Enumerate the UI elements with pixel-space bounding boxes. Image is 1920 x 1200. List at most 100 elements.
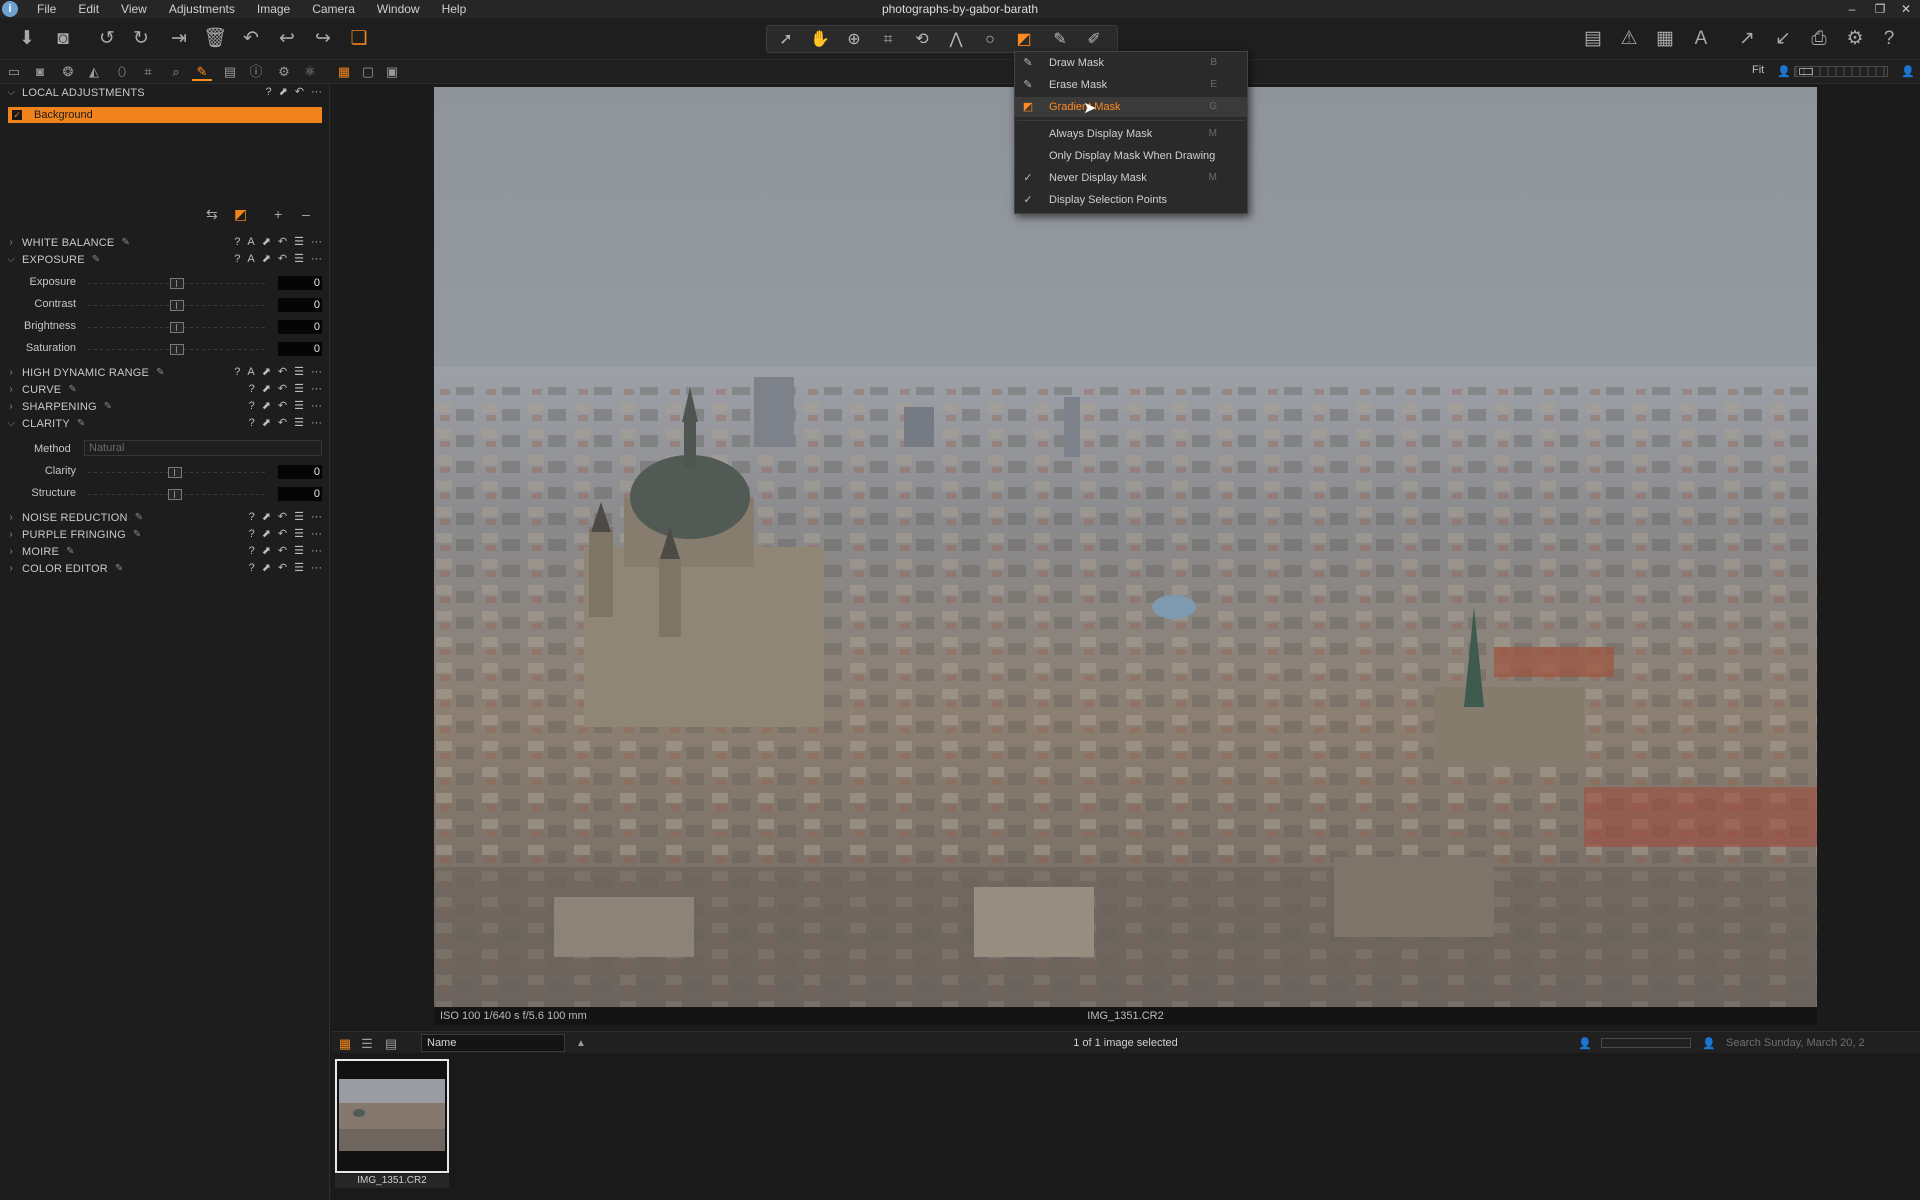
reset-icon[interactable]: ↶ <box>278 251 287 268</box>
full-view-icon[interactable]: ▣ <box>382 63 402 81</box>
select-cursor-icon[interactable]: ➚ <box>771 29 801 51</box>
presets-icon[interactable]: ☰ <box>294 543 304 560</box>
help-icon[interactable]: ? <box>234 251 240 268</box>
presets-icon[interactable]: ☰ <box>294 526 304 543</box>
adjust-layer-icon[interactable]: ⇆ <box>206 206 218 222</box>
batch-tab-icon[interactable]: ⚛ <box>300 63 320 81</box>
more-icon[interactable]: ··· <box>311 234 322 251</box>
user-icon[interactable]: 👤 <box>1575 1035 1595 1053</box>
moire-header[interactable]: › MOIRE ✎ ? ⬈ ↶ ☰ ··· <box>0 543 330 560</box>
clarity-method-select[interactable]: Natural <box>84 440 322 456</box>
slider-thumb[interactable] <box>170 300 184 311</box>
capture-tab-icon[interactable]: ◙ <box>30 63 50 81</box>
zoom-cursor-icon[interactable]: ⊕ <box>839 29 869 51</box>
pop-out-icon[interactable]: ⬈ <box>262 381 271 398</box>
zoom-slider[interactable] <box>1794 66 1888 77</box>
reset-icon[interactable]: ↶ <box>278 526 287 543</box>
spot-removal-cursor-icon[interactable]: ○ <box>975 29 1005 51</box>
menu-item-always-display-mask[interactable]: Always Display Mask M <box>1015 124 1247 144</box>
more-icon[interactable]: ··· <box>311 560 322 577</box>
auto-icon[interactable]: A <box>247 364 254 381</box>
reset-icon[interactable]: ↶ <box>278 543 287 560</box>
pop-out-icon[interactable]: ⬈ <box>279 84 288 101</box>
keystone-cursor-icon[interactable]: ⋀ <box>941 29 971 51</box>
more-icon[interactable]: ··· <box>311 415 322 432</box>
user-icon[interactable]: 👤 <box>1774 63 1794 81</box>
slider-thumb[interactable] <box>170 322 184 333</box>
settings-icon[interactable]: ⚙ <box>1842 27 1868 51</box>
more-icon[interactable]: ··· <box>311 251 322 268</box>
presets-icon[interactable]: ☰ <box>294 415 304 432</box>
slider-value[interactable]: 0 <box>278 487 322 501</box>
camera-icon[interactable]: ◙ <box>50 27 76 51</box>
help-icon[interactable]: ? <box>249 509 255 526</box>
hdr-header[interactable]: › HIGH DYNAMIC RANGE ✎ ? A ⬈ ↶ ☰ ··· <box>0 364 330 381</box>
import-icon[interactable]: ⬇ <box>14 27 40 51</box>
help-icon[interactable]: ? <box>249 381 255 398</box>
presets-icon[interactable]: ☰ <box>294 364 304 381</box>
single-view-icon[interactable]: ▢ <box>358 63 378 81</box>
reset-icon[interactable]: ↶ <box>278 509 287 526</box>
annotation-icon[interactable]: A <box>1688 27 1714 51</box>
output-tab-icon[interactable]: ⚙ <box>274 63 294 81</box>
menu-item-gradient-mask[interactable]: ◩ Gradient Mask G <box>1015 97 1247 117</box>
menu-item-only-display-mask-drawing[interactable]: Only Display Mask When Drawing <box>1015 146 1247 166</box>
presets-icon[interactable]: ☰ <box>294 398 304 415</box>
delete-icon[interactable]: 🗑 <box>202 27 228 51</box>
noise-reduction-header[interactable]: › NOISE REDUCTION ✎ ? ⬈ ↶ ☰ ··· <box>0 509 330 526</box>
purple-fringing-header[interactable]: › PURPLE FRINGING ✎ ? ⬈ ↶ ☰ ··· <box>0 526 330 543</box>
pop-out-icon[interactable]: ⬈ <box>262 251 271 268</box>
print-icon[interactable]: ⎙ <box>1806 27 1832 51</box>
curve-header[interactable]: › CURVE ✎ ? ⬈ ↶ ☰ ··· <box>0 381 330 398</box>
pop-out-icon[interactable]: ⬈ <box>262 509 271 526</box>
move-to-icon[interactable]: ⇥ <box>166 27 192 51</box>
help-icon[interactable]: ? <box>234 234 240 251</box>
layer-row-background[interactable]: ✓ Background <box>8 107 322 123</box>
user-icon-right[interactable]: 👤 <box>1898 63 1918 81</box>
menu-item-erase-mask[interactable]: ✎ Erase Mask E <box>1015 75 1247 95</box>
menu-item-never-display-mask[interactable]: ✓ Never Display Mask M <box>1015 168 1247 188</box>
help-icon[interactable]: ? <box>249 526 255 543</box>
menu-window[interactable]: Window <box>366 0 431 18</box>
mask-brush-icon[interactable]: ◩ <box>234 206 247 222</box>
library-tab-icon[interactable]: ▭ <box>4 63 24 81</box>
menu-edit[interactable]: Edit <box>67 0 110 18</box>
pan-cursor-icon[interactable]: ✋ <box>805 29 835 51</box>
undo-icon[interactable]: ↩ <box>274 27 300 51</box>
exposure-warning-icon[interactable]: ⚠ <box>1616 27 1642 51</box>
pop-out-icon[interactable]: ⬈ <box>262 415 271 432</box>
redo-icon[interactable]: ↪ <box>310 27 336 51</box>
help-icon[interactable]: ? <box>1876 27 1902 51</box>
exposure-tab-icon[interactable]: ◭ <box>84 63 104 81</box>
grid-icon[interactable]: ▦ <box>1652 27 1678 51</box>
help-icon[interactable]: ? <box>249 543 255 560</box>
slider-value[interactable]: 0 <box>278 276 322 290</box>
details-tab-icon[interactable]: ⌕ <box>166 63 186 81</box>
auto-icon[interactable]: A <box>247 234 254 251</box>
menu-help[interactable]: Help <box>431 0 478 18</box>
menu-item-draw-mask[interactable]: ✎ Draw Mask B <box>1015 53 1247 73</box>
process-icon[interactable]: ↙ <box>1770 27 1796 51</box>
slider-thumb[interactable] <box>168 467 182 478</box>
thumbnail-size-slider[interactable] <box>1601 1038 1691 1048</box>
menu-view[interactable]: View <box>110 0 158 18</box>
color-tab-icon[interactable]: ❂ <box>58 63 78 81</box>
help-icon[interactable]: ? <box>265 84 271 101</box>
pop-out-icon[interactable]: ⬈ <box>262 560 271 577</box>
close-icon[interactable]: ✕ <box>1896 0 1916 18</box>
menu-adjustments[interactable]: Adjustments <box>158 0 246 18</box>
menu-image[interactable]: Image <box>246 0 301 18</box>
menu-camera[interactable]: Camera <box>301 0 366 18</box>
lens-tab-icon[interactable]: ⬯ <box>112 63 132 81</box>
remove-layer-icon[interactable]: – <box>302 206 310 222</box>
sharpening-header[interactable]: › SHARPENING ✎ ? ⬈ ↶ ☰ ··· <box>0 398 330 415</box>
more-icon[interactable]: ··· <box>311 84 322 101</box>
reset-icon[interactable]: ↶ <box>278 560 287 577</box>
composition-tab-icon[interactable]: ⌗ <box>138 63 158 81</box>
copy-adjustments-icon[interactable]: ❏ <box>346 27 372 51</box>
color-editor-header[interactable]: › COLOR EDITOR ✎ ? ⬈ ↶ ☰ ··· <box>0 560 330 577</box>
more-icon[interactable]: ··· <box>311 381 322 398</box>
user-icon[interactable]: 👤 <box>1699 1035 1719 1053</box>
adjustments-tab-icon[interactable]: ▤ <box>220 63 240 81</box>
more-icon[interactable]: ··· <box>311 526 322 543</box>
